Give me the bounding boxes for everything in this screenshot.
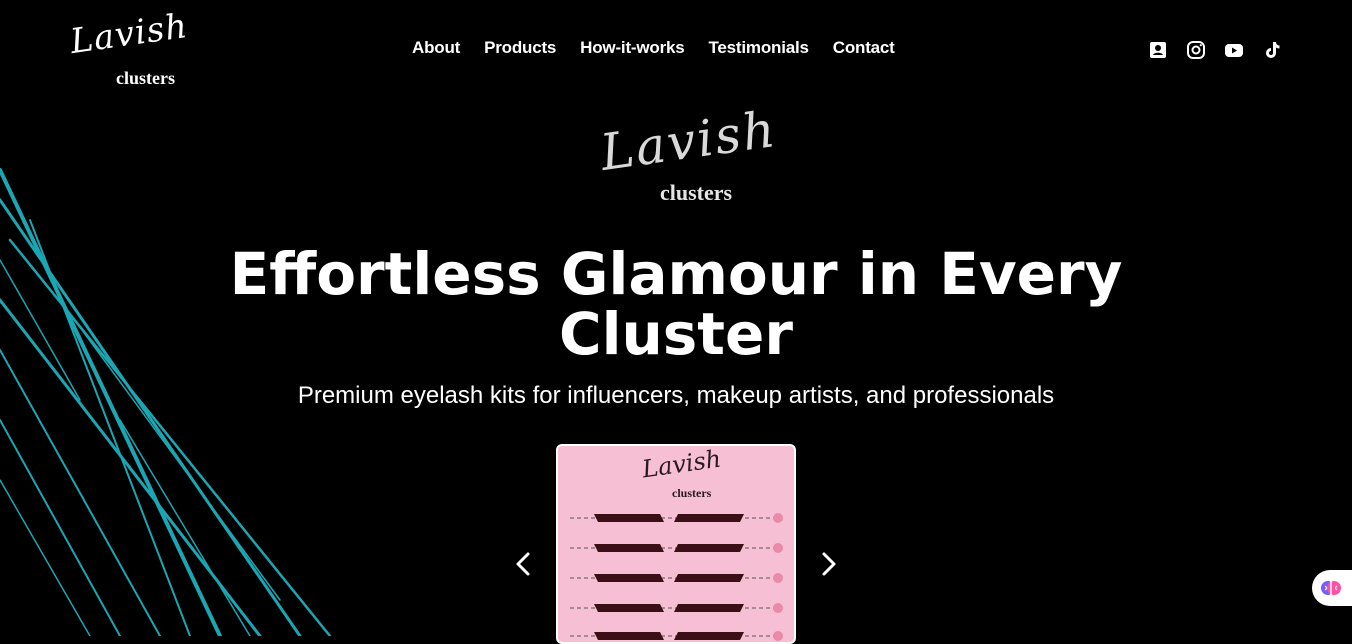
hero-logo-script: Lavish <box>596 99 781 183</box>
lash-row <box>570 543 783 553</box>
nav-about[interactable]: About <box>412 38 460 58</box>
lash-row <box>570 573 783 583</box>
lash-row <box>570 631 783 641</box>
social-links <box>1148 40 1282 60</box>
hero-subtitle: Premium eyelash kits for influencers, ma… <box>297 382 1055 409</box>
brand-logo[interactable]: Lavish clusters <box>68 6 191 92</box>
hero-title: Effortless Glamour in Every Cluster <box>229 240 1123 368</box>
nav-how-it-works[interactable]: How-it-works <box>580 38 685 58</box>
nav-testimonials[interactable]: Testimonials <box>709 38 809 58</box>
main-nav: About Products How-it-works Testimonials… <box>412 38 895 58</box>
contact-card-icon[interactable] <box>1148 40 1168 60</box>
product-image-card[interactable]: Lavish clusters <box>556 444 796 644</box>
lash-row <box>570 513 783 523</box>
lash-row <box>570 603 783 613</box>
brain-icon <box>1321 581 1341 595</box>
hero-logo-sub: clusters <box>660 180 733 205</box>
card-logo-sub: clusters <box>672 486 712 500</box>
logo-sub-text: clusters <box>116 68 175 88</box>
instagram-icon[interactable] <box>1186 40 1206 60</box>
logo-script-text: Lavish <box>67 5 191 63</box>
chevron-left-icon <box>516 552 530 576</box>
nav-products[interactable]: Products <box>484 38 556 58</box>
chevron-right-icon <box>822 552 836 576</box>
tiktok-icon[interactable] <box>1262 40 1282 60</box>
assistant-widget-button[interactable] <box>1312 570 1352 606</box>
youtube-icon[interactable] <box>1224 40 1244 60</box>
carousel-next-button[interactable] <box>812 548 844 580</box>
hero-logo: Lavish clusters <box>596 100 780 212</box>
nav-contact[interactable]: Contact <box>833 38 895 58</box>
carousel-prev-button[interactable] <box>508 548 540 580</box>
site-header: Lavish clusters About Products How-it-wo… <box>0 0 1352 104</box>
card-logo-script: Lavish <box>640 444 723 484</box>
